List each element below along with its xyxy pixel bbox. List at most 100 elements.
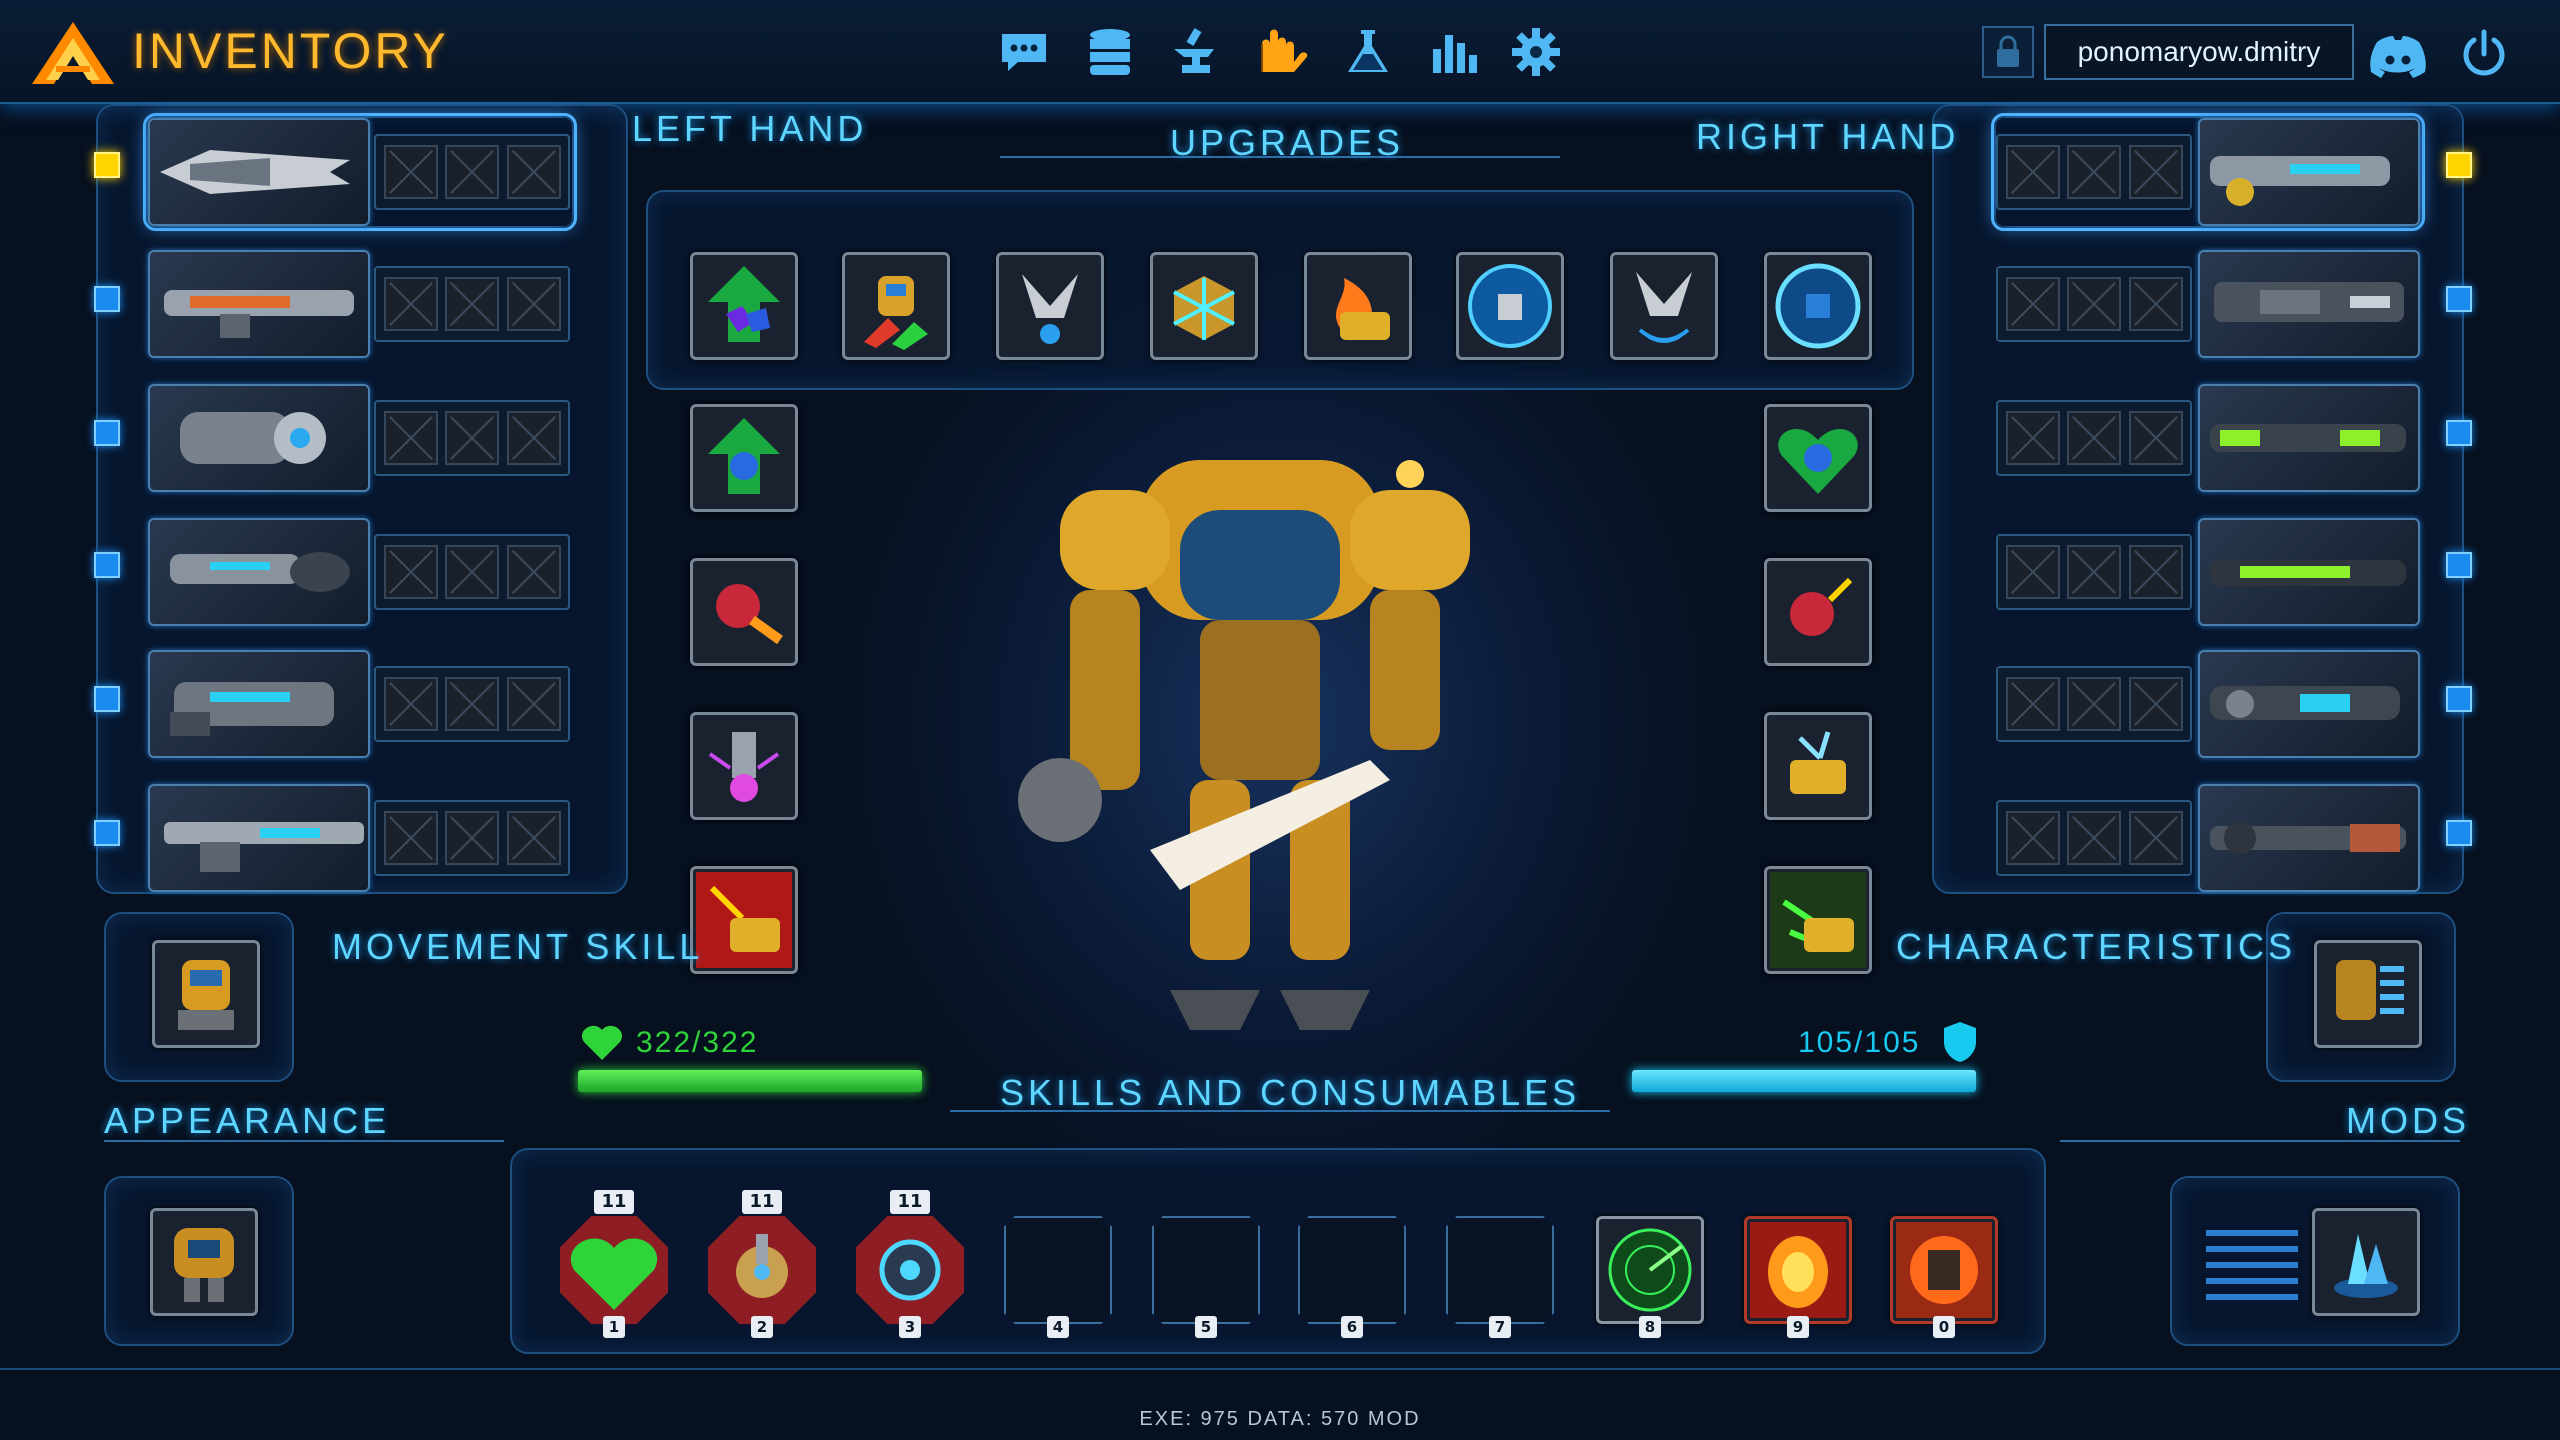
left-weapon-row[interactable] — [148, 784, 572, 892]
regen-armor-icon[interactable] — [1764, 866, 1872, 974]
heart-shield-icon[interactable] — [1764, 404, 1872, 512]
stats-icon[interactable] — [1422, 22, 1486, 82]
skill-slot-9[interactable] — [1744, 1216, 1852, 1324]
fire-armor-icon[interactable] — [1304, 252, 1412, 360]
weapon-slot-indicator[interactable] — [94, 552, 120, 578]
drone-upgrade-icon[interactable] — [996, 252, 1104, 360]
left-weapon-row[interactable] — [148, 250, 572, 358]
cube-upgrade-icon[interactable] — [1150, 252, 1258, 360]
weapon-slot-indicator[interactable] — [2446, 686, 2472, 712]
left-weapon-row[interactable] — [148, 650, 572, 758]
orb-shield-icon[interactable] — [1764, 252, 1872, 360]
shield-bot-icon[interactable] — [1456, 252, 1564, 360]
skill-key: 2 — [751, 1316, 773, 1338]
weapon-slot-indicator[interactable] — [94, 286, 120, 312]
armor-speed-icon[interactable] — [690, 866, 798, 974]
mods-list-icon — [2206, 1230, 2298, 1300]
database-icon[interactable] — [1078, 22, 1142, 82]
right-weapon-row[interactable] — [1996, 650, 2420, 758]
appearance-label: APPEARANCE — [104, 1100, 391, 1141]
plasma-rifle-icon — [2198, 118, 2420, 226]
module-slots — [1996, 666, 2192, 742]
radar-drone-icon[interactable] — [1610, 252, 1718, 360]
characteristics-button[interactable] — [2314, 940, 2422, 1048]
repair-boost-icon[interactable] — [690, 404, 798, 512]
appearance-slot[interactable] — [150, 1208, 258, 1316]
heavy-cannon-icon — [2198, 250, 2420, 358]
weapon-slot-indicator[interactable] — [94, 420, 120, 446]
shield-bar — [1632, 1070, 1976, 1092]
mods-divider — [2060, 1140, 2460, 1142]
minigun-weapon-icon — [148, 384, 370, 492]
module-slots — [374, 800, 570, 876]
mods-button[interactable] — [2312, 1208, 2420, 1316]
skill-slot-0[interactable] — [1890, 1216, 1998, 1324]
upgrades-label: UPGRADES — [1170, 122, 1405, 163]
chat-icon[interactable] — [992, 22, 1056, 82]
flask-icon[interactable] — [1336, 22, 1400, 82]
username-field[interactable]: ponomaryow.dmitry — [2044, 24, 2354, 80]
page-title: INVENTORY — [132, 23, 449, 79]
gear-icon[interactable] — [1504, 22, 1568, 82]
characteristics-label: CHARACTERISTICS — [1896, 926, 2297, 967]
skill-key: 7 — [1489, 1316, 1511, 1338]
right-weapon-row[interactable] — [1996, 384, 2420, 492]
skill-slot-2[interactable] — [708, 1216, 816, 1324]
gems-upgrade-icon[interactable] — [690, 252, 798, 360]
skill-slot-4[interactable] — [1004, 1216, 1112, 1324]
gatling-weapon-icon — [148, 784, 370, 892]
weapon-slot-indicator[interactable] — [2446, 552, 2472, 578]
skill-key: 5 — [1195, 1316, 1217, 1338]
right-weapon-row[interactable] — [1996, 784, 2420, 892]
weapon-slot-indicator[interactable] — [94, 820, 120, 846]
skill-slot-7[interactable] — [1446, 1216, 1554, 1324]
tesla-gun-icon — [2198, 650, 2420, 758]
module-slots — [1996, 134, 2192, 210]
left-weapon-row[interactable] — [148, 384, 572, 492]
discord-icon[interactable] — [2366, 26, 2430, 86]
skill-slot-3[interactable] — [856, 1216, 964, 1324]
inventory-screen: INVENTORY ponomaryow.dmitry LEFT HAND RI… — [0, 0, 2560, 1440]
weapon-slot-indicator[interactable] — [2446, 820, 2472, 846]
right-weapon-row[interactable] — [1991, 113, 2425, 231]
right-hand-label: RIGHT HAND — [1696, 116, 1960, 157]
rocket-gun-icon — [2198, 784, 2420, 892]
weapon-slot-indicator[interactable] — [2446, 420, 2472, 446]
thruster-upgrade-icon[interactable] — [690, 558, 798, 666]
left-weapon-row[interactable] — [143, 113, 577, 231]
skill-slot-1[interactable] — [560, 1216, 668, 1324]
version-footer: EXE: 975 DATA: 570 MOD — [1139, 1408, 1421, 1430]
anvil-icon[interactable] — [1164, 22, 1228, 82]
skill-slot-8[interactable] — [1596, 1216, 1704, 1324]
movement-skill-label: MOVEMENT SKILL — [332, 926, 704, 967]
launcher-weapon-icon — [148, 650, 370, 758]
skill-slot-6[interactable] — [1298, 1216, 1406, 1324]
toxic-launcher-icon — [2198, 518, 2420, 626]
appearance-divider — [104, 1140, 504, 1142]
cannon-weapon-icon — [148, 518, 370, 626]
spark-armor-icon[interactable] — [1764, 712, 1872, 820]
right-weapon-row[interactable] — [1996, 518, 2420, 626]
red-bot-boost-icon[interactable] — [1764, 558, 1872, 666]
movement-skill-slot[interactable] — [152, 940, 260, 1048]
weapon-slot-indicator[interactable] — [2446, 152, 2472, 178]
health-bar — [578, 1070, 922, 1092]
skill-count: 11 — [742, 1190, 782, 1214]
mech-robot-model — [1018, 460, 1470, 1030]
lock-icon[interactable] — [1982, 26, 2034, 78]
energy-core-icon[interactable] — [690, 712, 798, 820]
mech-hands-icon[interactable] — [1250, 22, 1314, 82]
module-slots — [1996, 400, 2192, 476]
health-heart-icon — [581, 1025, 623, 1060]
weapon-slot-indicator[interactable] — [94, 152, 120, 178]
weapon-slot-indicator[interactable] — [94, 686, 120, 712]
right-weapon-row[interactable] — [1996, 250, 2420, 358]
health-value: 322/322 — [636, 1026, 759, 1059]
skill-key: 0 — [1933, 1316, 1955, 1338]
skill-slot-5[interactable] — [1152, 1216, 1260, 1324]
power-icon[interactable] — [2452, 24, 2516, 84]
weapon-slot-indicator[interactable] — [2446, 286, 2472, 312]
left-weapon-row[interactable] — [148, 518, 572, 626]
blade-weapon-icon — [148, 118, 370, 226]
pilot-upgrade-icon[interactable] — [842, 252, 950, 360]
